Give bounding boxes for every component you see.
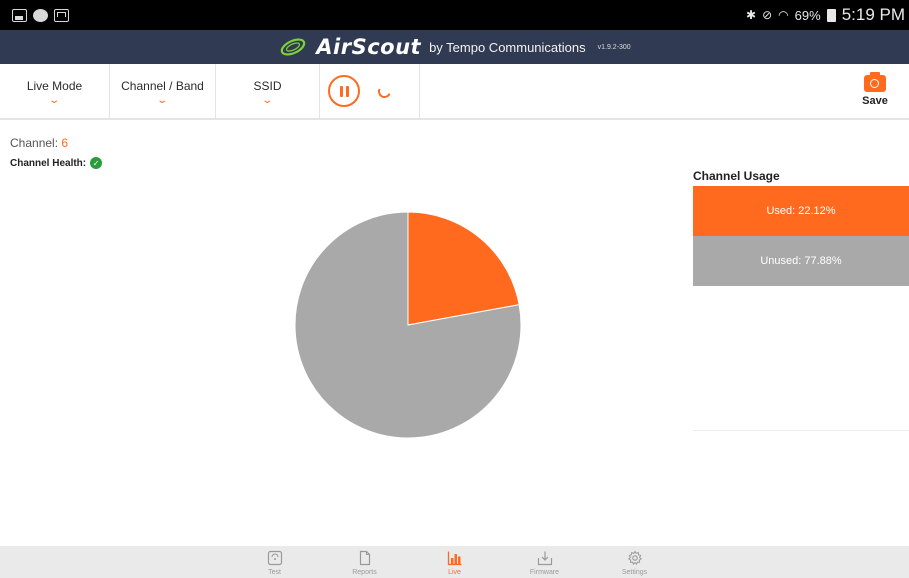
nav-item-firmware[interactable]: Firmware [500,546,590,578]
bar-chart-icon [446,549,464,567]
scan-controls [320,64,420,118]
airscout-logo-icon [280,38,306,56]
mail-notification-icon [54,8,69,22]
brand-name: AirScout [316,35,422,59]
pause-bar [339,85,343,97]
toolbar: Live Mode ⌄ Channel / Band ⌄ SSID ⌄ Save [0,64,909,120]
gallery-notification-icon [12,8,27,22]
app-version: v1.9.2-300 [597,43,631,51]
channel-band-dropdown[interactable]: Channel / Band ⌄ [110,64,216,120]
nav-item-reports[interactable]: Reports [320,546,410,578]
chevron-down-icon: ⌄ [156,94,169,106]
check-icon: ✓ [90,157,103,169]
unused-legend-row: Unused: 77.88% [693,236,909,286]
pause-button[interactable] [328,75,360,107]
nav-item-settings[interactable]: Settings [590,546,680,578]
chevron-down-icon: ⌄ [48,94,61,106]
system-status: ✱ ⊘ ◠ 69% 5:19 PM [746,5,905,25]
status-bar: ✱ ⊘ ◠ 69% 5:19 PM [0,0,909,30]
battery-percent: 69% [794,7,821,23]
channel-health: Channel Health: ✓ [10,157,103,169]
pause-bar [345,85,349,97]
channel-health-label: Channel Health: [10,157,87,169]
channel-label: Channel: [10,136,59,150]
app-notification-icon [33,8,48,22]
download-icon [536,549,554,567]
nav-label-firmware: Firmware [529,569,560,576]
channel-usage-panel: Channel Usage Used: 22.12% Unused: 77.88… [693,166,909,286]
divider [693,430,909,431]
brand-byline: by Tempo Communications [429,39,586,55]
chevron-down-icon: ⌄ [261,94,274,106]
battery-icon [826,8,836,22]
wifi-icon: ◠ [778,8,789,22]
used-legend-row: Used: 22.12% [693,186,909,236]
test-icon [266,549,284,567]
nav-label-test: Test [268,569,281,576]
live-mode-label: Live Mode [26,78,83,93]
ssid-dropdown[interactable]: SSID ⌄ [216,64,320,120]
channel-usage-title: Channel Usage [693,169,780,183]
nav-label-settings: Settings [621,569,648,576]
nav-item-test[interactable]: Test [230,546,320,578]
live-mode-dropdown[interactable]: Live Mode ⌄ [0,64,110,120]
ssid-label: SSID [253,78,282,93]
nav-label-reports: Reports [352,569,377,576]
bluetooth-icon: ✱ [746,8,757,22]
mute-icon: ⊘ [762,8,773,22]
document-icon [356,549,374,567]
channel-value: 6 [61,136,69,150]
camera-icon [864,72,886,92]
save-button[interactable]: Save [841,64,909,118]
gear-icon [626,549,644,567]
clock: 5:19 PM [841,5,905,24]
notification-icons [12,8,69,22]
channel-info: Channel: 6 [10,136,68,150]
app-title-bar: AirScout by Tempo Communications v1.9.2-… [0,30,909,64]
nav-item-live[interactable]: Live [410,546,500,578]
app-window: ✱ ⊘ ◠ 69% 5:19 PM AirScout by Tempo Comm… [0,0,909,578]
bottom-navigation: Test Reports Live Firmware Settings [0,546,909,578]
loading-spinner-icon [376,82,393,100]
channel-usage-pie-chart [292,209,524,441]
channel-band-label: Channel / Band [121,78,204,93]
nav-label-live: Live [448,569,461,576]
save-label: Save [862,95,888,107]
pie-svg [294,211,522,439]
